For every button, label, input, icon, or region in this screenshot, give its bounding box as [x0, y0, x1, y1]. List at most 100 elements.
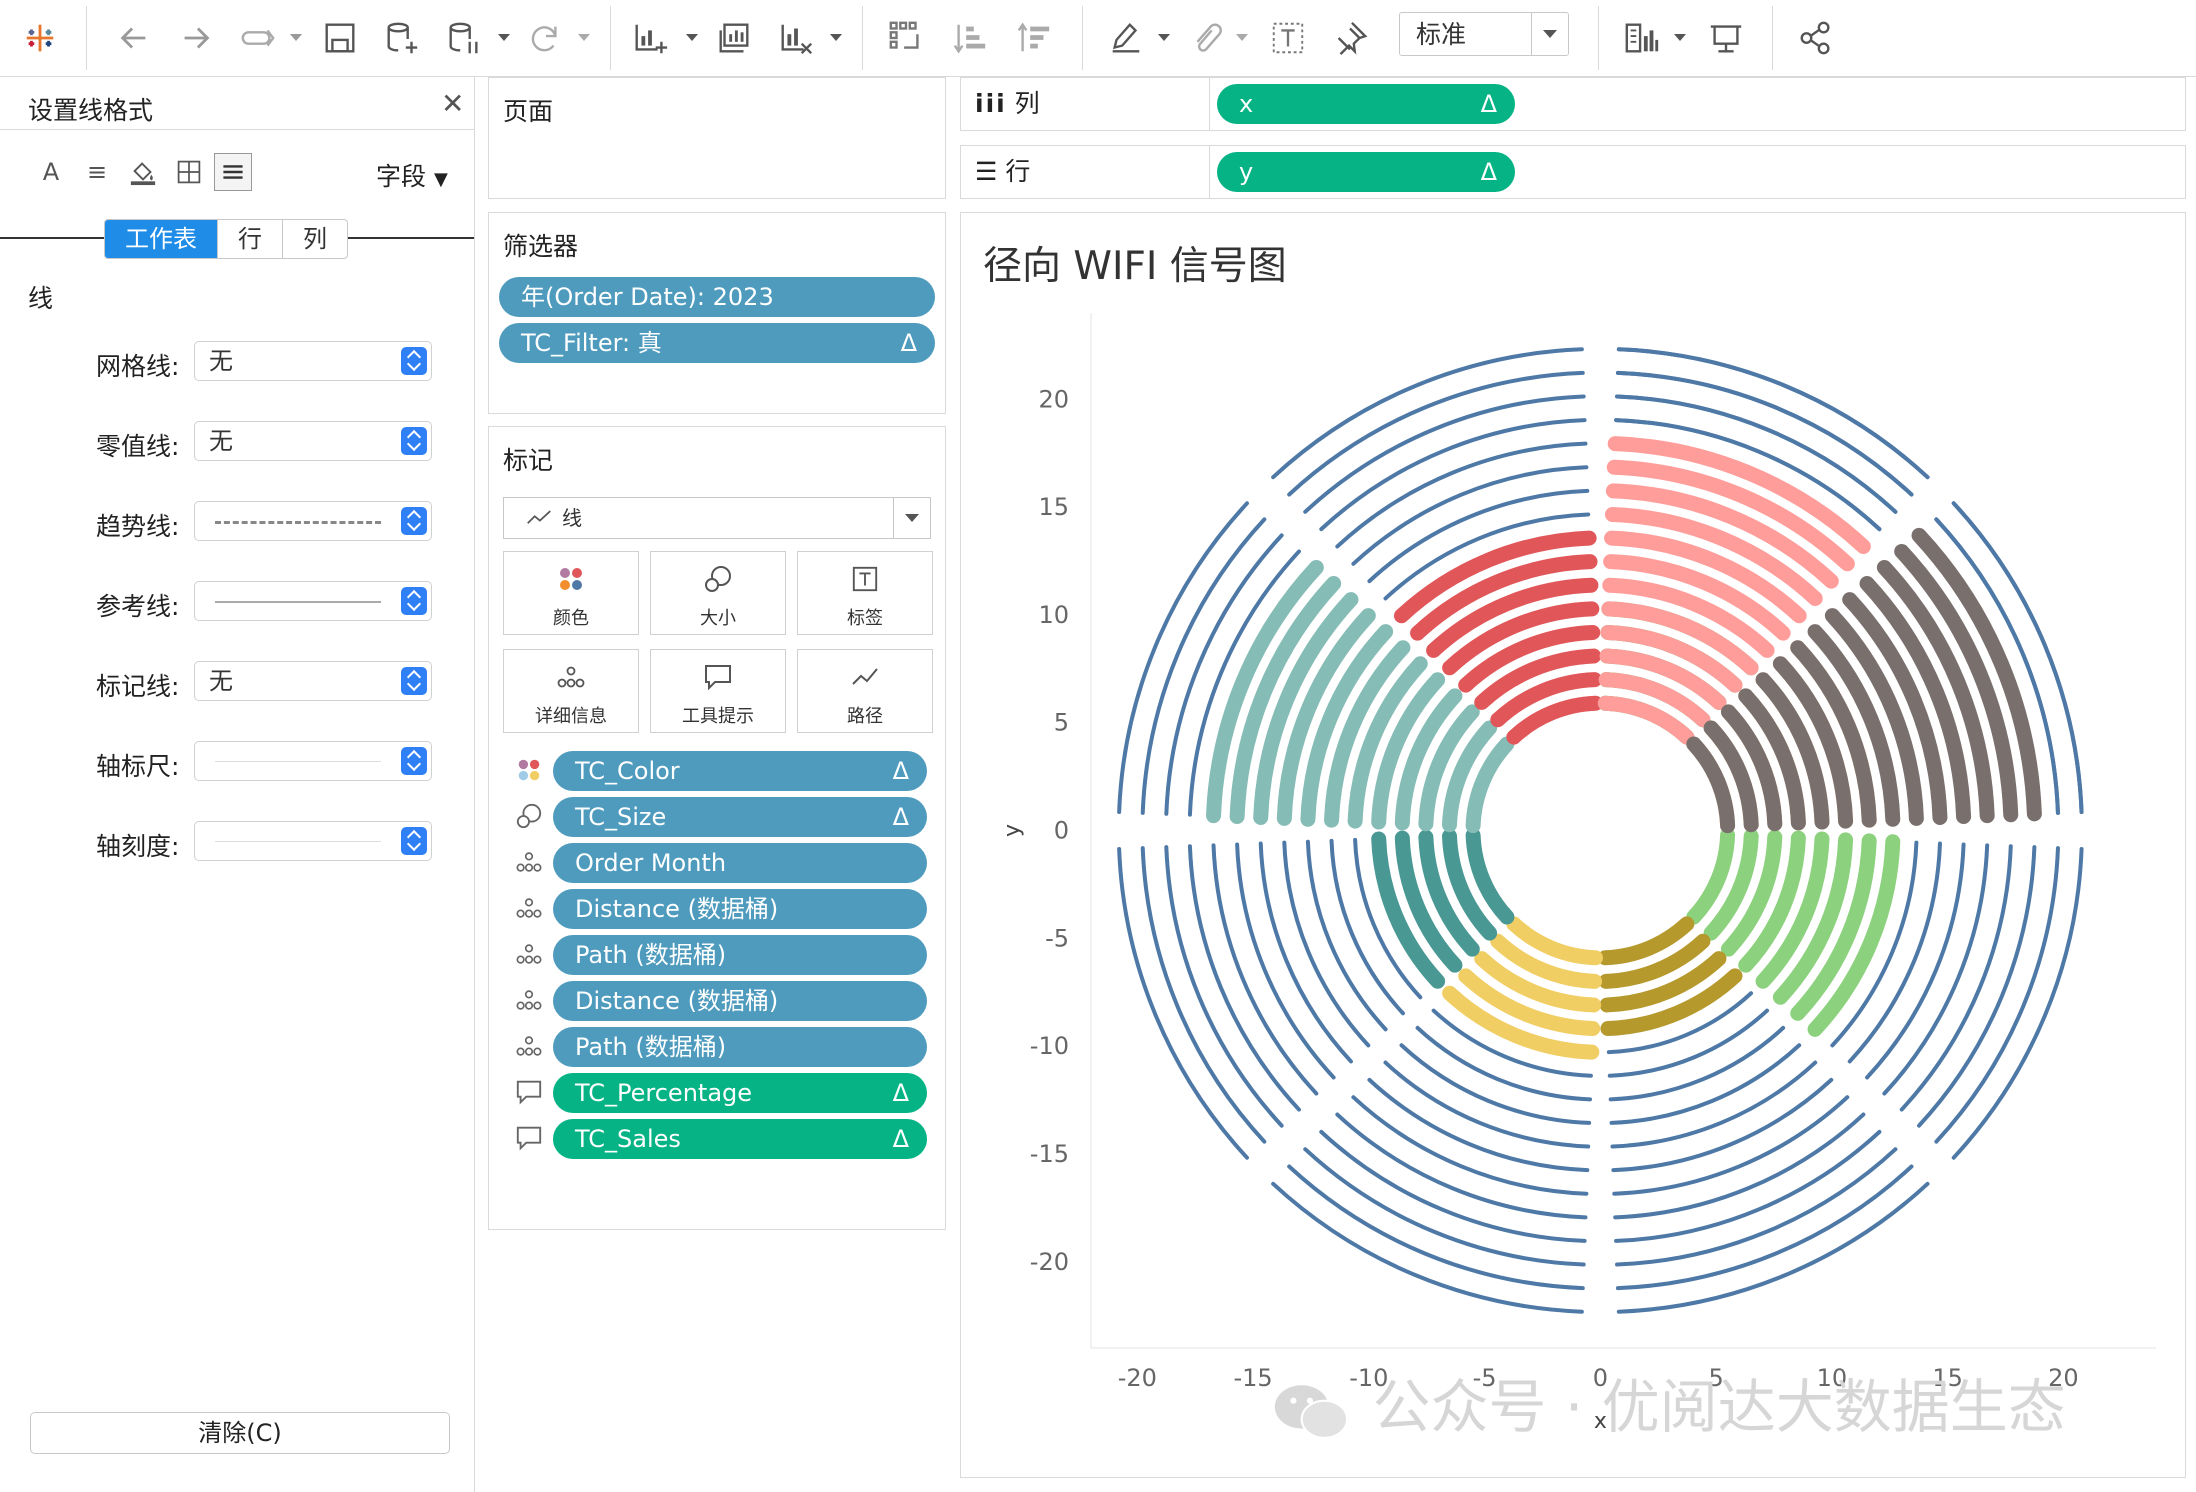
tableau-logo-icon[interactable]	[14, 12, 66, 64]
zero-lines-select[interactable]: 无	[194, 421, 432, 461]
show-me-icon[interactable]	[1616, 12, 1668, 64]
marks-field-label: Distance (数据桶)	[575, 987, 779, 1015]
label-icon[interactable]	[1262, 12, 1314, 64]
group-dropdown-icon[interactable]	[1236, 32, 1248, 42]
marks-field-pill[interactable]: Path (数据桶)	[553, 935, 927, 975]
calculated-field-icon: Δ	[892, 1125, 909, 1153]
chevron-down-icon[interactable]	[893, 498, 930, 538]
refresh-dropdown-icon[interactable]	[578, 32, 590, 42]
columns-pill-x[interactable]: x Δ	[1217, 84, 1515, 124]
font-icon[interactable]: A	[32, 153, 70, 191]
filter-pill-order-date[interactable]: 年(Order Date): 2023	[499, 277, 935, 317]
presentation-icon[interactable]	[1700, 12, 1752, 64]
columns-shelf-text: 列	[1014, 89, 1040, 118]
signal-arc	[1399, 1043, 1592, 1125]
signal-arc	[1506, 916, 1603, 966]
columns-pill-label: x	[1239, 90, 1254, 118]
detail-icon[interactable]	[515, 940, 545, 970]
clear-dropdown-icon[interactable]	[830, 32, 842, 42]
swap-icon[interactable]	[880, 12, 932, 64]
y-tick-label: 20	[1038, 385, 1069, 413]
radial-chart[interactable]: 20151050-5-10-15-20-20 -15 -10 -5 0 5 10 15 20xy	[961, 213, 2185, 1477]
group-icon[interactable]	[1180, 12, 1232, 64]
pages-card[interactable]: 页面	[488, 77, 946, 199]
path-button[interactable]: 路径	[797, 649, 933, 733]
signal-arc	[1934, 846, 2060, 1144]
marks-field-pill[interactable]: Distance (数据桶)	[553, 981, 927, 1021]
tab-sheet[interactable]: 工作表	[105, 220, 217, 258]
detail-icon[interactable]	[515, 986, 545, 1016]
back-icon[interactable]	[108, 12, 160, 64]
new-worksheet-icon[interactable]	[624, 12, 676, 64]
axis-rulers-select[interactable]	[194, 741, 432, 781]
duplicate-icon[interactable]	[708, 12, 760, 64]
marks-field-label: Path (数据桶)	[575, 941, 727, 969]
tooltip-icon	[651, 660, 785, 694]
marks-card-title: 标记	[503, 446, 554, 475]
marks-field-pill[interactable]: TC_Percentage Δ	[553, 1073, 927, 1113]
marks-field-label: Order Month	[575, 849, 727, 877]
signal-arc	[1609, 1043, 1802, 1125]
fit-select[interactable]: 标准	[1399, 12, 1569, 56]
zero-lines-value: 无	[209, 427, 233, 455]
save-icon[interactable]	[314, 12, 366, 64]
redo-icon[interactable]	[232, 12, 284, 64]
reference-lines-select[interactable]	[194, 581, 432, 621]
tab-rows[interactable]: 行	[217, 220, 282, 258]
trend-lines-select[interactable]	[194, 501, 432, 541]
detail-icon[interactable]	[515, 894, 545, 924]
marks-card: 标记 线 颜色 大小 标签 详细信息 工具提示 路径 TC_Color Δ TC…	[488, 426, 946, 1230]
grid-lines-select[interactable]: 无	[194, 341, 432, 381]
marks-field-label: Distance (数据桶)	[575, 895, 779, 923]
marks-field-pill[interactable]: Distance (数据桶)	[553, 889, 927, 929]
worksheet-view[interactable]: 径向 WIFI 信号图 20 15 10 5 0 -5 -10 -15 -20 -20 -15 -10…	[960, 212, 2186, 1478]
marks-field-pill[interactable]: TC_Sales Δ	[553, 1119, 927, 1159]
pin-icon[interactable]	[1324, 12, 1376, 64]
worksheet-dropdown-icon[interactable]	[686, 32, 698, 42]
marks-field-pill[interactable]: Order Month	[553, 843, 927, 883]
marks-field-pill[interactable]: TC_Color Δ	[553, 751, 927, 791]
drop-lines-select[interactable]: 无	[194, 661, 432, 701]
tooltip-icon[interactable]	[515, 1124, 545, 1154]
highlight-dropdown-icon[interactable]	[1158, 32, 1170, 42]
forward-icon[interactable]	[170, 12, 222, 64]
filter-pill-tc-filter[interactable]: TC_Filter: 真 Δ	[499, 323, 935, 363]
detail-button[interactable]: 详细信息	[503, 649, 639, 733]
pause-datasource-icon[interactable]	[438, 12, 490, 64]
refresh-icon[interactable]	[518, 12, 570, 64]
detail-icon[interactable]	[515, 1032, 545, 1062]
new-datasource-icon[interactable]	[376, 12, 428, 64]
color-button[interactable]: 颜色	[503, 551, 639, 635]
tooltip-button[interactable]: 工具提示	[650, 649, 786, 733]
clear-sheet-icon[interactable]	[770, 12, 822, 64]
mark-type-select[interactable]: 线	[503, 497, 931, 539]
rows-pill-y[interactable]: y Δ	[1217, 152, 1515, 192]
show-me-dropdown-icon[interactable]	[1674, 32, 1686, 42]
marks-field-pill[interactable]: Path (数据桶)	[553, 1027, 927, 1067]
borders-icon[interactable]	[170, 153, 208, 191]
clear-button[interactable]: 清除(C)	[30, 1412, 450, 1454]
fields-dropdown[interactable]: 字段 ▼	[376, 157, 448, 193]
marks-field-pill[interactable]: TC_Size Δ	[553, 797, 927, 837]
axis-ticks-select[interactable]	[194, 821, 432, 861]
share-icon[interactable]	[1790, 12, 1842, 64]
label-button[interactable]: 标签	[797, 551, 933, 635]
x-tick-label: -20	[1118, 1364, 1157, 1392]
lines-icon[interactable]	[214, 153, 252, 191]
sort-asc-icon[interactable]	[944, 12, 996, 64]
chevron-down-icon[interactable]	[1531, 13, 1568, 55]
tooltip-icon[interactable]	[515, 1078, 545, 1108]
size-button[interactable]: 大小	[650, 551, 786, 635]
highlight-icon[interactable]	[1100, 12, 1152, 64]
sort-desc-icon[interactable]	[1008, 12, 1060, 64]
alignment-icon[interactable]: ≡	[78, 153, 116, 191]
datasource-dropdown-icon[interactable]	[498, 32, 510, 42]
close-icon[interactable]: ✕	[441, 87, 464, 120]
redo-dropdown-icon[interactable]	[290, 32, 302, 42]
detail-icon[interactable]	[515, 848, 545, 878]
size-icon[interactable]	[515, 802, 545, 832]
color-icon[interactable]	[515, 756, 545, 786]
tab-columns[interactable]: 列	[282, 220, 347, 258]
wechat-icon	[1274, 1385, 1349, 1439]
shading-icon[interactable]	[124, 153, 162, 191]
